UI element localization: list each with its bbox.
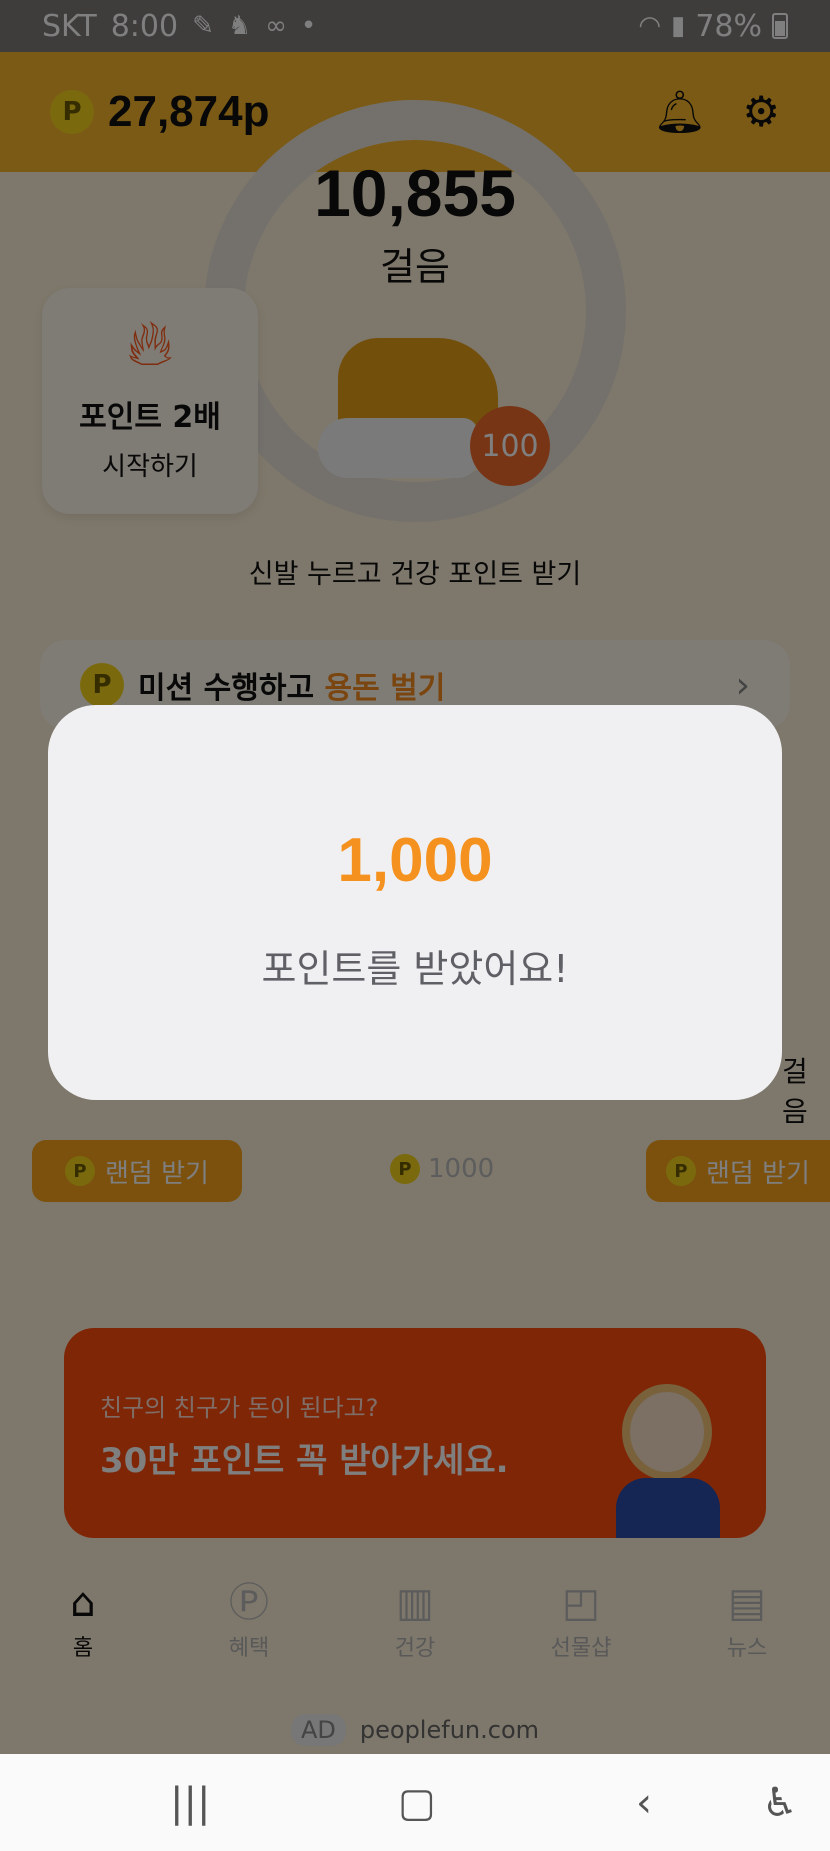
- home-button-icon[interactable]: ▢: [398, 1780, 436, 1826]
- system-nav-bar: ||| ▢ ‹ ♿︎: [0, 1754, 830, 1851]
- reward-modal[interactable]: 1,000 포인트를 받았어요!: [48, 705, 782, 1100]
- recent-apps-icon[interactable]: |||: [170, 1780, 210, 1826]
- reward-amount: 1,000: [337, 826, 493, 895]
- back-icon[interactable]: ‹: [636, 1780, 652, 1826]
- accessibility-icon[interactable]: ♿︎: [762, 1780, 798, 1826]
- reward-message: 포인트를 받았어요!: [261, 947, 569, 991]
